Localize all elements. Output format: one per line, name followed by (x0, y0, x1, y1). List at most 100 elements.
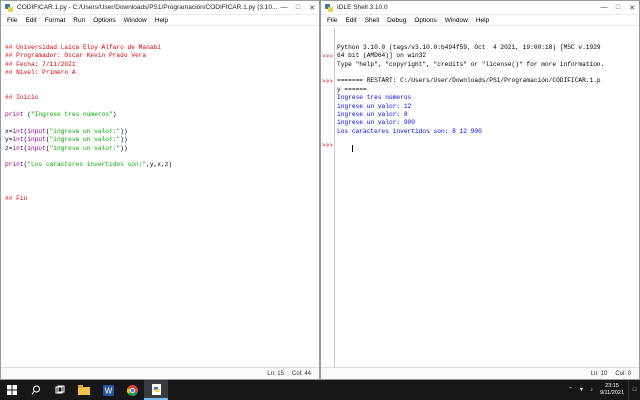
code-token: ## Inicio (5, 94, 39, 102)
menu-format[interactable]: Format (41, 17, 70, 24)
volume-icon[interactable]: ♪ (587, 387, 596, 393)
code-token: ## Nivel: Primero A (5, 68, 76, 76)
menu-help[interactable]: Help (472, 17, 493, 24)
code-line: ## Universidad Laica Eloy Alfaro de Mana… (5, 44, 319, 52)
line-number: Ln: 10 (590, 370, 608, 377)
chevron-up-icon[interactable]: ⌃ (565, 387, 576, 393)
code-token: int (12, 144, 24, 152)
menu-edit[interactable]: Edit (341, 17, 360, 24)
shell-titlebar[interactable]: IDLE Shell 3.10.0 — □ ✕ (321, 1, 639, 15)
menu-file[interactable]: File (323, 17, 341, 24)
shell-line: Python 3.10.0 (tags/v3.10.0:b494f59, Oct… (337, 43, 601, 51)
python-idle-icon[interactable] (144, 380, 168, 400)
windows-start-icon[interactable] (0, 380, 24, 400)
shell-statusbar: Ln: 10 Col: 0 (321, 367, 639, 379)
code-token: ( (23, 110, 32, 118)
shell-window[interactable]: IDLE Shell 3.10.0 — □ ✕ File Edit Shell … (320, 0, 640, 380)
shell-prompt: >>> (322, 78, 333, 85)
python-shell-icon (324, 3, 334, 13)
column-number: Col: 44 (291, 370, 311, 377)
file-explorer-icon[interactable] (72, 380, 96, 400)
maximize-button[interactable]: □ (291, 1, 305, 15)
menu-window[interactable]: Window (441, 17, 472, 24)
minimize-button[interactable]: — (277, 1, 291, 15)
code-editor[interactable]: ## Universidad Laica Eloy Alfaro de Mana… (1, 27, 319, 367)
shell-line: 64 bit (AMD64)] on win32 (337, 52, 427, 60)
search-icon[interactable] (24, 380, 48, 400)
code-token: "ingrese un valor:" (49, 136, 121, 144)
code-token: "ingrese un valor:" (49, 127, 121, 135)
clock-time: 23:15 (605, 383, 619, 389)
code-line: z=int(input("ingrese un valor:")) (5, 145, 319, 153)
editor-menubar: File Edit Format Run Options Window Help (1, 15, 319, 26)
close-button[interactable]: ✕ (305, 1, 319, 15)
line-number: Ln: 15 (267, 370, 284, 377)
editor-statusbar: Ln: 15 Col: 44 (1, 367, 319, 379)
shell-line: Ingrese tres números (337, 94, 412, 102)
minimize-button[interactable]: — (597, 1, 611, 15)
task-view-icon[interactable] (48, 380, 72, 400)
code-line: print("Los caracteres invertidos son:",y… (5, 161, 319, 169)
word-icon[interactable]: W (96, 380, 120, 400)
code-token: ) (112, 110, 117, 118)
menu-window[interactable]: Window (120, 17, 151, 24)
code-token: "Los caracteres invertidos son:" (27, 161, 147, 169)
maximize-button[interactable]: □ (611, 1, 625, 15)
code-token: "Ingrese tres números" (31, 110, 113, 118)
network-icon[interactable]: ▼ (576, 387, 587, 393)
shell-line (337, 69, 639, 77)
close-button[interactable]: ✕ (625, 1, 639, 15)
menu-options[interactable]: Options (410, 17, 440, 24)
shell-title: IDLE Shell 3.10.0 (337, 4, 388, 11)
shell-line: ingrese un valor: 900 (337, 119, 415, 127)
editor-title: CODIFICAR.1.py - C:/Users/User/Downloads… (17, 4, 277, 11)
code-token: )) (120, 144, 128, 152)
shell-prompt-gutter: >>> >>> >>> (321, 27, 335, 367)
clock[interactable]: 23:15 9/11/2021 (596, 383, 628, 397)
code-token: int (12, 136, 24, 144)
code-token: )) (120, 136, 128, 144)
code-token: print (5, 161, 24, 169)
code-line: ## Fin (5, 195, 319, 203)
shell-line: Los caracteres invertidos son: 8 12 900 (337, 127, 482, 135)
editor-titlebar[interactable]: CODIFICAR.1.py - C:/Users/User/Downloads… (1, 1, 319, 15)
code-token: print (5, 110, 24, 118)
editor-window[interactable]: CODIFICAR.1.py - C:/Users/User/Downloads… (0, 0, 320, 380)
menu-edit[interactable]: Edit (21, 17, 40, 24)
code-token: ## Programador: Oscar Kevin Prado Vera (5, 52, 147, 60)
chrome-icon[interactable] (120, 380, 144, 400)
notification-icon[interactable]: □ (628, 380, 640, 400)
shell-line: Type "help", "copyright", "credits" or "… (337, 60, 605, 68)
code-token: ## Universidad Laica Eloy Alfaro de Mana… (5, 43, 161, 51)
code-token: ,y,x,z) (146, 161, 173, 169)
system-tray: ⌃ ▼ ♪ 23:15 9/11/2021 □ (565, 380, 640, 400)
code-line: ## Inicio (5, 94, 319, 102)
shell-line: y ====== (337, 85, 367, 93)
code-line: print ("Ingrese tres números") (5, 111, 319, 119)
menu-debug[interactable]: Debug (383, 17, 410, 24)
menu-help[interactable]: Help (151, 17, 172, 24)
code-line: y=int(input("ingrese un valor:")) (5, 136, 319, 144)
menu-shell[interactable]: Shell (361, 17, 383, 24)
svg-text:W: W (104, 386, 112, 395)
menu-run[interactable]: Run (69, 17, 89, 24)
code-token: "ingrese un valor:" (49, 144, 121, 152)
shell-line: ingrese un valor: 8 (337, 110, 408, 118)
python-file-icon (4, 3, 14, 13)
text-cursor (351, 144, 353, 152)
code-token: input (27, 127, 46, 135)
shell-menubar: File Edit Shell Debug Options Window Hel… (321, 15, 639, 26)
shell-output[interactable]: Python 3.10.0 (tags/v3.10.0:b494f59, Oct… (337, 27, 639, 367)
code-line: ## Programador: Oscar Kevin Prado Vera (5, 52, 319, 60)
shell-lines: Python 3.10.0 (tags/v3.10.0:b494f59, Oct… (337, 44, 639, 136)
menu-file[interactable]: File (3, 17, 21, 24)
shell-line: ingrese un valor: 12 (337, 102, 412, 110)
menu-options[interactable]: Options (89, 17, 119, 24)
code-token: int (12, 127, 24, 135)
